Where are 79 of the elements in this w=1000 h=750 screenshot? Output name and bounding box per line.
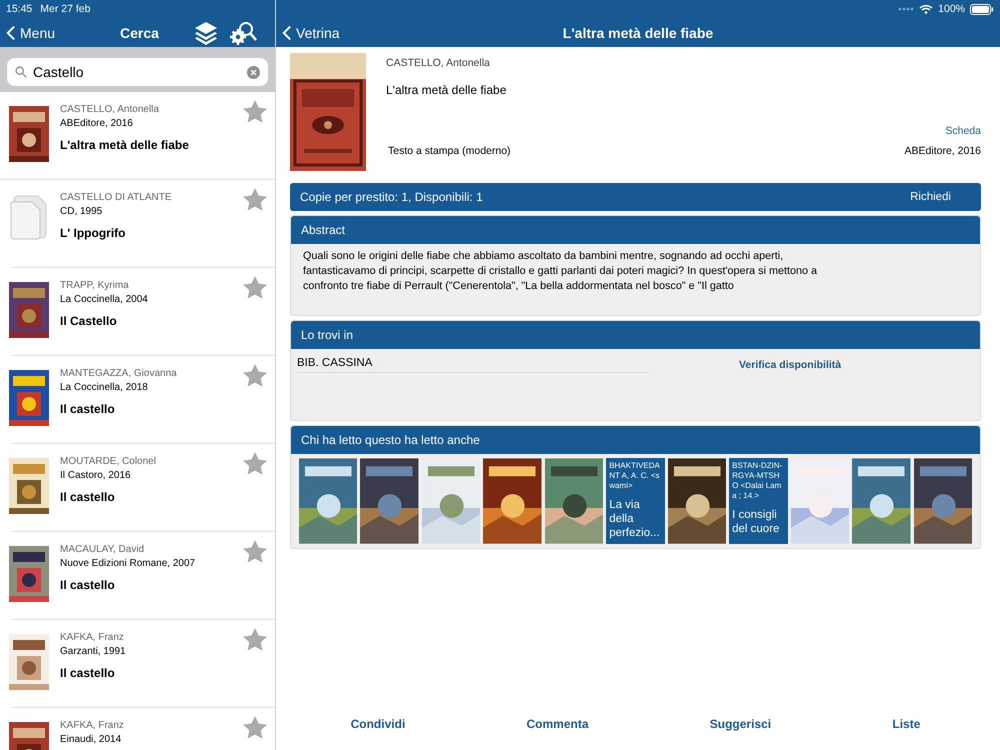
section-header: Abstract [291, 216, 980, 244]
settings-search-icon[interactable] [229, 20, 257, 46]
record-author: CASTELLO, Antonella [386, 57, 491, 69]
details-link[interactable]: Scheda [945, 125, 981, 137]
section-header: Lo trovi in [291, 321, 980, 349]
tile-title: I consigli del cuore [732, 509, 780, 537]
toolbar-button[interactable]: Condividi [344, 716, 412, 732]
result-publisher: Einaudi, 2014 [60, 734, 122, 745]
copies-text: Copie per prestito: 1, Disponibili: 1 [300, 190, 483, 204]
result-author: TRAPP, Kyrima [60, 280, 130, 291]
result-title: Il castello [60, 666, 116, 680]
result-title: Il castello [60, 490, 116, 504]
result-author: KAFKA, Franz [60, 632, 125, 643]
layers-icon[interactable] [193, 20, 219, 46]
wifi-icon [919, 4, 934, 14]
back-button[interactable]: Menu [6, 24, 56, 40]
result-author: CASTELLO DI ATLANTE [60, 192, 173, 203]
result-publisher: La Coccinella, 2004 [60, 294, 149, 305]
result-item[interactable]: TRAPP, Kyrima La Coccinella, 2004 Il Castello [12, 268, 275, 356]
result-publisher: ABEditore, 2016 [60, 118, 134, 129]
record-type: Testo a stampa (moderno) [388, 145, 511, 157]
result-publisher: Garzanti, 1991 [60, 646, 127, 657]
star-icon[interactable] [243, 628, 267, 651]
availability-link[interactable]: Verifica disponibilità [739, 359, 842, 371]
result-item[interactable]: KAFKA, Franz Garzanti, 1991 Il castello [12, 620, 275, 708]
request-button[interactable]: Richiedi [904, 190, 957, 204]
tile-author: BSTAN-DZIN-RGYA-MTSHO <Dalai Lama ; 14.> [732, 461, 784, 501]
result-author: CASTELLO, Antonella [60, 104, 160, 115]
status-date: Mer 27 feb [40, 3, 90, 15]
result-author: MOUTARDE, Colonel [60, 456, 157, 467]
result-publisher: Nuove Edizioni Romane, 2007 [60, 558, 196, 569]
star-icon[interactable] [243, 188, 267, 211]
result-item[interactable]: MOUTARDE, Colonel Il Castoro, 2016 Il castello [12, 444, 275, 532]
toolbar-button[interactable]: Commenta [520, 716, 595, 732]
result-item[interactable]: CASTELLO DI ATLANTE CD, 1995 L' Ippogrifo [12, 180, 275, 268]
book-tile[interactable]: BSTAN-DZIN-RGYA-MTSHO <Dalai Lama ; 14.> I consigli del cuore [729, 458, 788, 544]
result-item[interactable]: MACAULAY, David Nuove Edizioni Romane, 2007 Il castello [12, 532, 275, 620]
result-title: Il Castello [60, 314, 118, 328]
toolbar-button[interactable]: Liste [886, 716, 926, 732]
star-icon[interactable] [243, 452, 267, 475]
result-publisher: La Coccinella, 2018 [60, 382, 149, 393]
book-tile[interactable]: BHAKTIVEDANT A, A. C. <swami> La via della perfezio... [606, 458, 665, 544]
clear-icon[interactable] [247, 66, 260, 78]
battery-percent: 100% [938, 3, 965, 15]
record-title: L'altra metà delle fiabe [386, 83, 508, 97]
result-title: Il castello [60, 578, 116, 592]
nav-title: L'altra metà delle fiabe [562, 24, 714, 40]
result-title: L' Ippogrifo [60, 226, 127, 240]
search-icon [15, 66, 27, 78]
chevron-left-icon [6, 24, 16, 40]
record-publisher: ABEditore, 2016 [904, 145, 981, 157]
star-icon[interactable] [243, 276, 267, 299]
back-button[interactable]: Vetrina [282, 24, 340, 40]
result-item[interactable]: KAFKA, Franz Einaudi, 2014 [12, 708, 275, 750]
search-field[interactable]: Castello [7, 58, 268, 86]
section-header: Chi ha letto questo ha letto anche [291, 426, 980, 454]
result-item[interactable]: CASTELLO, Antonella ABEditore, 2016 L'altra metà delle fiabe [0, 92, 275, 180]
result-title: L'altra metà delle fiabe [60, 138, 190, 152]
tile-title: La via della perfezio... [609, 499, 661, 540]
star-icon[interactable] [243, 716, 267, 739]
result-publisher: Il Castoro, 2016 [60, 470, 132, 481]
chevron-left-icon [282, 24, 292, 40]
status-time: 15:45 [6, 3, 32, 15]
result-author: KAFKA, Franz [60, 720, 125, 731]
result-item[interactable]: MANTEGAZZA, Giovanna La Coccinella, 2018 Il castello [12, 356, 275, 444]
result-author: MANTEGAZZA, Giovanna [60, 368, 178, 379]
star-icon[interactable] [243, 100, 267, 123]
abstract-text: Quali sono le origini delle fiabe che abbiamo ascoltato da bambini mentre, sognando ad occhi aperti, fantasticavamo di principi, scarpette di cristallo e gatti parlanti dai poteri magici? In quest'opera si mettono a confronto tre fiabe di Perrault ("Cenerentola", "La bella addormentata nel bosco" e "Il gatto [302, 249, 818, 294]
result-author: MACAULAY, David [60, 544, 146, 555]
toolbar-button[interactable]: Suggerisci [704, 716, 778, 732]
star-icon[interactable] [243, 540, 267, 563]
nav-title: Cerca [120, 24, 159, 40]
star-icon[interactable] [243, 364, 267, 387]
signal-icon [898, 7, 914, 11]
battery-icon [970, 4, 994, 14]
result-title: Il castello [60, 402, 116, 416]
tile-author: BHAKTIVEDANT A, A. C. <swami> [609, 461, 661, 491]
library-name: BIB. CASSINA [297, 357, 649, 373]
result-publisher: CD, 1995 [60, 206, 104, 217]
